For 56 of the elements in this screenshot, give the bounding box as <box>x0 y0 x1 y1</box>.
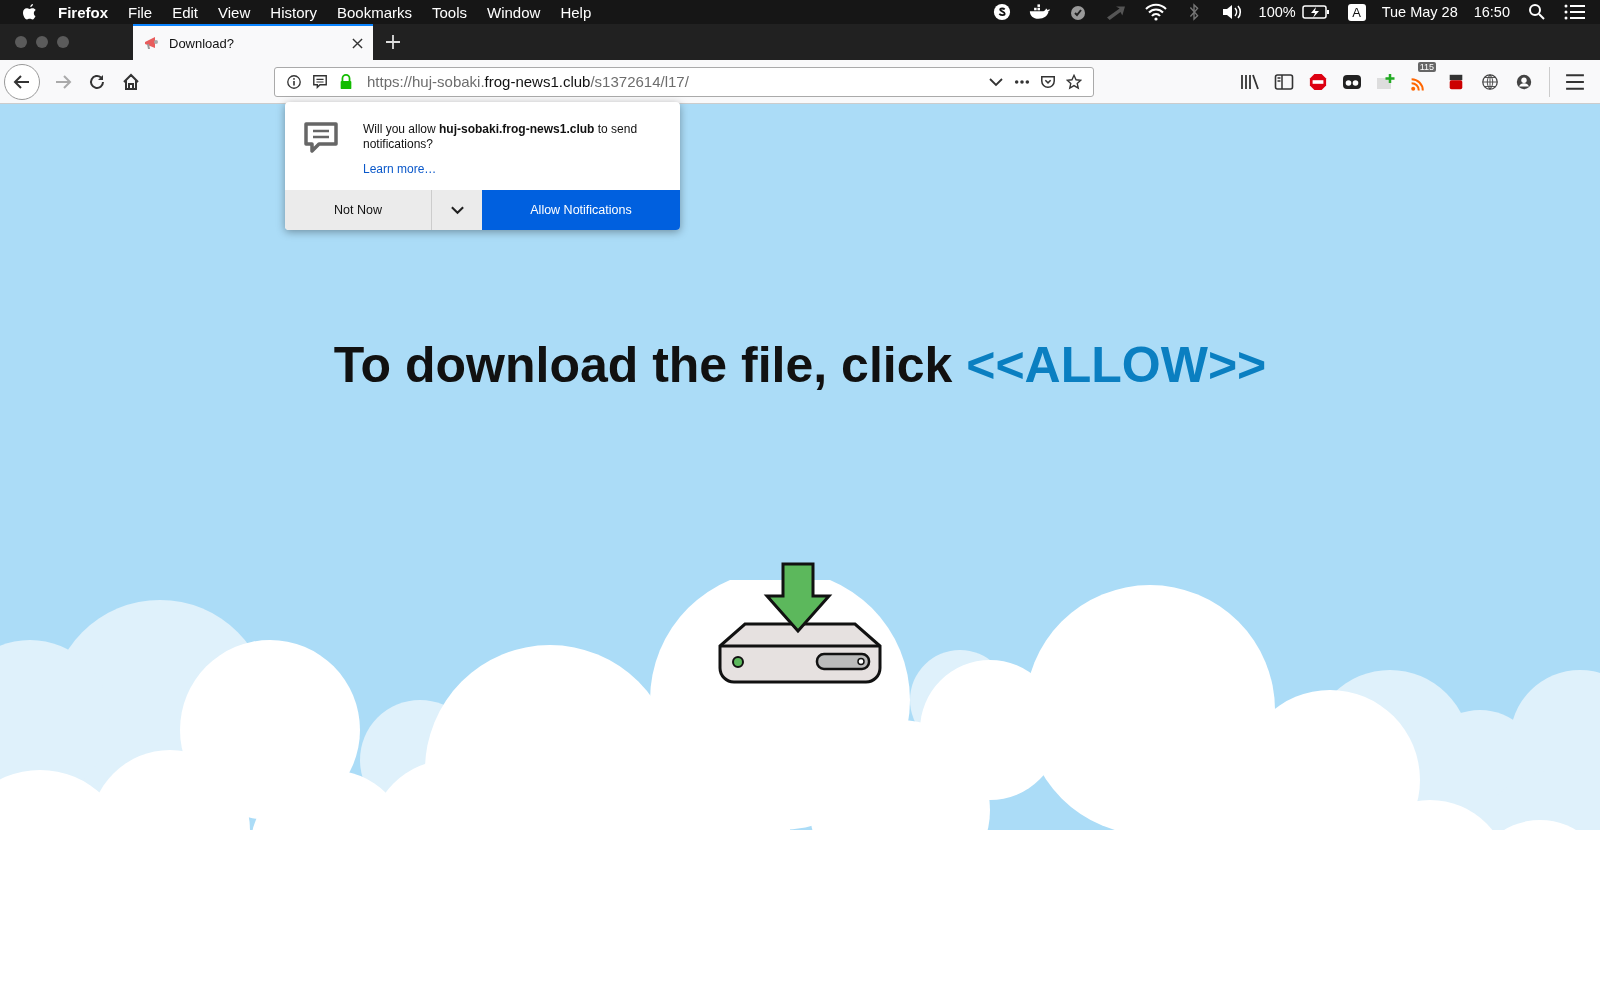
account-icon[interactable] <box>1514 72 1534 91</box>
skype-icon[interactable] <box>992 3 1011 21</box>
input-source-indicator[interactable]: A <box>1347 3 1366 21</box>
zoom-window-control[interactable] <box>57 36 69 48</box>
globe-icon[interactable] <box>1480 72 1500 91</box>
back-button[interactable] <box>4 63 40 100</box>
volume-icon[interactable] <box>1220 3 1243 21</box>
battery-percentage: 100% <box>1258 4 1296 20</box>
not-now-button[interactable]: Not Now <box>285 190 431 230</box>
menu-bar-time[interactable]: 16:50 <box>1473 4 1510 20</box>
reload-icon[interactable] <box>87 72 107 91</box>
menu-item[interactable]: File <box>128 3 153 21</box>
apple-logo-icon[interactable] <box>22 3 38 21</box>
menu-item[interactable]: View <box>218 3 251 21</box>
learn-more-link[interactable]: Learn more… <box>363 162 664 176</box>
menu-icon[interactable] <box>1565 72 1585 91</box>
caret-icon <box>449 205 465 215</box>
chat-bubble-icon[interactable] <box>312 73 328 90</box>
star-icon[interactable] <box>1066 73 1082 90</box>
menu-item[interactable]: Edit <box>172 3 199 21</box>
whale-icon[interactable] <box>1028 3 1051 21</box>
chat-bubble-icon <box>303 122 339 154</box>
url-text: https://huj-sobaki.frog-news1.club/s1372614/l17/ <box>367 73 689 90</box>
menu-item[interactable]: Bookmarks <box>336 3 412 21</box>
back-arrow-icon <box>13 72 31 91</box>
menu-item[interactable]: Window <box>487 3 541 21</box>
new-tab-icon[interactable] <box>385 34 401 50</box>
menu-item[interactable]: Help <box>560 3 592 21</box>
add-note-icon[interactable] <box>1376 72 1396 91</box>
address-bar[interactable]: https://huj-sobaki.frog-news1.club/s1372614/l17/ <box>274 66 1094 97</box>
library-icon[interactable] <box>1240 72 1260 91</box>
ad-block-icon[interactable] <box>1308 72 1328 91</box>
sidebar-icon[interactable] <box>1274 72 1294 91</box>
feed-count-badge: 115 <box>1417 61 1436 72</box>
padlock-icon[interactable] <box>338 73 354 90</box>
pocket-icon[interactable] <box>1040 73 1056 90</box>
menu-item[interactable]: Tools <box>432 3 468 21</box>
menu-item[interactable]: History <box>270 3 317 21</box>
rss-feed-icon[interactable] <box>1410 75 1426 92</box>
home-icon[interactable] <box>121 72 141 91</box>
browser-tab[interactable]: Download? <box>133 24 373 60</box>
menu-bar-date[interactable]: Tue May 28 <box>1381 4 1458 20</box>
list-icon[interactable] <box>1564 3 1586 21</box>
allow-notifications-button[interactable]: Allow Notifications <box>482 190 680 230</box>
battery-charging-icon[interactable] <box>1301 3 1330 21</box>
close-tab-icon[interactable] <box>352 37 363 49</box>
menu-item[interactable]: Firefox <box>58 3 108 21</box>
permission-message: Will you allow huj-sobaki.frog-news1.club to send notifications? <box>363 122 639 152</box>
megaphone-icon <box>143 34 161 52</box>
headline: To download the file, click <<ALLOW>> <box>333 336 1267 394</box>
close-window-control[interactable] <box>15 36 27 48</box>
wifi-icon[interactable] <box>1144 3 1167 21</box>
info-icon[interactable] <box>286 73 302 90</box>
search-icon[interactable] <box>1528 3 1546 21</box>
glasses-icon[interactable] <box>1342 72 1362 91</box>
minimize-window-control[interactable] <box>36 36 48 48</box>
